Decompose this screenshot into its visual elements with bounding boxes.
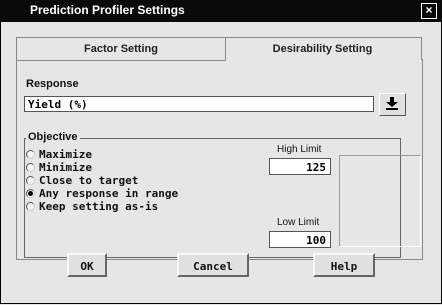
radio-button[interactable]: [26, 189, 35, 198]
cancel-button[interactable]: Cancel: [177, 253, 249, 277]
radio-keep-setting[interactable]: Keep setting as-is: [26, 200, 158, 213]
radio-label: Any response in range: [39, 187, 179, 200]
down-arrow-icon: [386, 97, 398, 110]
low-limit-field[interactable]: 100: [269, 231, 331, 248]
dialog-body: Factor Setting Desirability Setting Resp…: [0, 22, 442, 304]
radio-label: Close to target: [39, 174, 139, 187]
help-button[interactable]: Help: [313, 253, 375, 277]
window-title: Prediction Profiler Settings: [30, 3, 185, 17]
radio-maximize[interactable]: Maximize: [26, 148, 92, 161]
radio-any-in-range[interactable]: Any response in range: [26, 187, 178, 200]
tab-desirability-setting[interactable]: Desirability Setting: [224, 37, 422, 60]
radio-label: Maximize: [39, 148, 92, 161]
tab-factor-setting[interactable]: Factor Setting: [16, 37, 226, 61]
objective-label: Objective: [26, 131, 80, 143]
radio-button[interactable]: [26, 150, 35, 159]
ok-button[interactable]: OK: [67, 253, 107, 277]
radio-button[interactable]: [26, 163, 35, 172]
radio-label: Minimize: [39, 161, 92, 174]
response-select-button[interactable]: [379, 93, 406, 116]
low-limit-label: Low Limit: [277, 217, 320, 228]
response-field[interactable]: Yield (%): [24, 96, 374, 112]
high-limit-field[interactable]: 125: [269, 158, 331, 175]
radio-label: Keep setting as-is: [39, 200, 159, 213]
title-bar: Prediction Profiler Settings ×: [0, 0, 442, 22]
radio-button[interactable]: [26, 202, 35, 211]
radio-minimize[interactable]: Minimize: [26, 161, 92, 174]
close-button[interactable]: ×: [421, 3, 437, 19]
radio-button[interactable]: [26, 176, 35, 185]
high-limit-label: High Limit: [277, 144, 322, 155]
desirability-graph: [339, 155, 421, 247]
response-label: Response: [26, 78, 79, 90]
radio-close-to-target[interactable]: Close to target: [26, 174, 138, 187]
